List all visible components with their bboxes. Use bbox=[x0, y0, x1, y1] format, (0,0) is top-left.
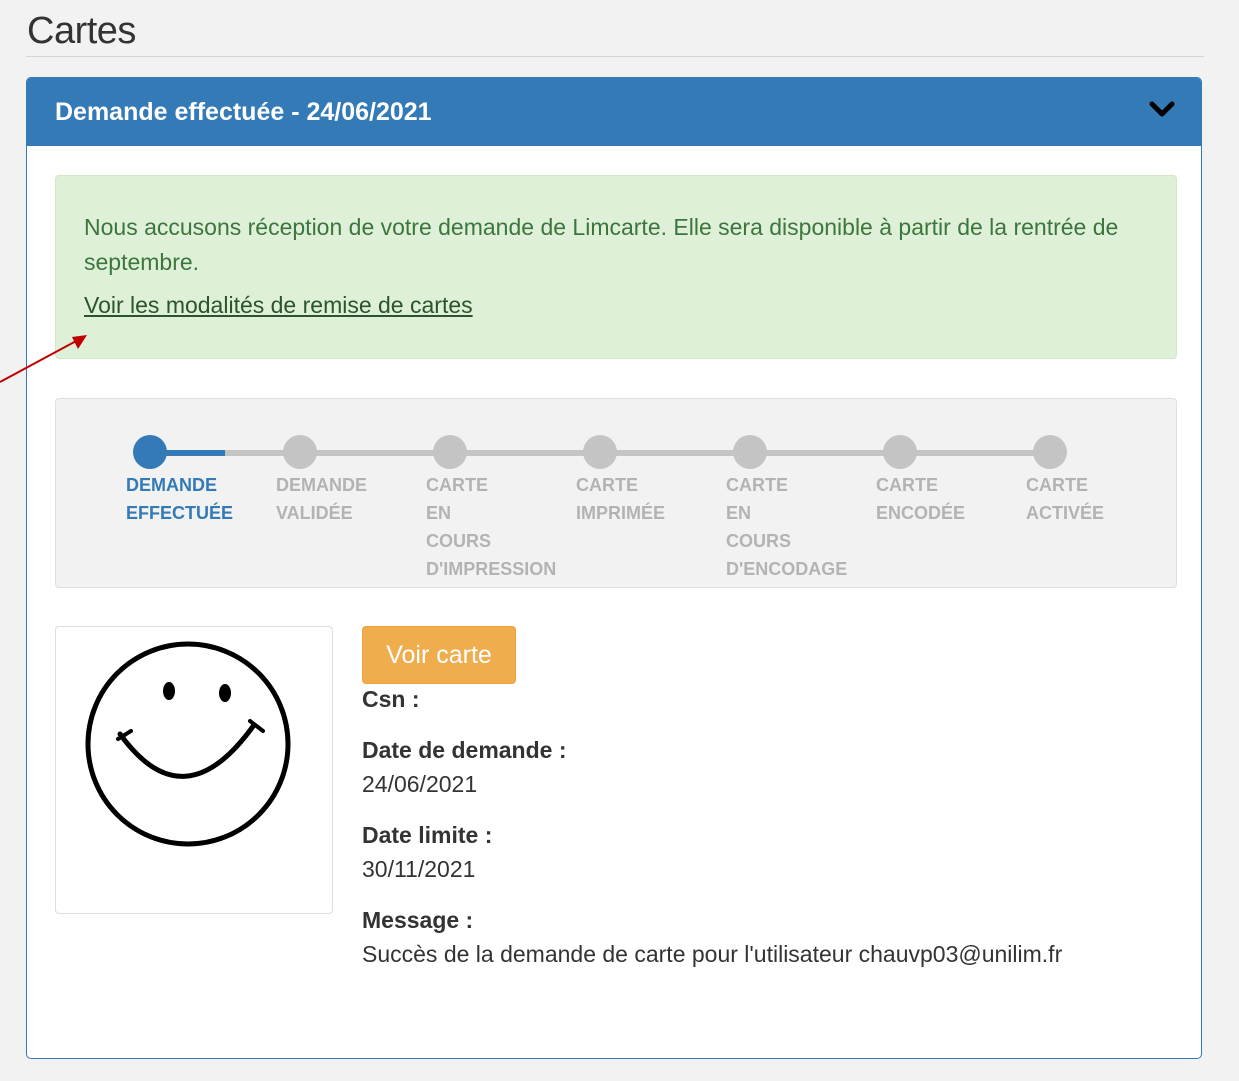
deadline-value: 30/11/2021 bbox=[362, 856, 476, 882]
message-label: Message : bbox=[362, 907, 474, 933]
request-date-label: Date de demande : bbox=[362, 737, 567, 763]
step-connector bbox=[450, 450, 600, 456]
deadline-label: Date limite : bbox=[362, 822, 493, 848]
step-connector bbox=[600, 450, 750, 456]
message-value: Succès de la demande de carte pour l'uti… bbox=[362, 941, 1063, 967]
step-dot bbox=[583, 435, 617, 469]
step-label: CARTE ACTIVÉE bbox=[1026, 475, 1105, 523]
step-label: CARTE EN COURS D'ENCODAGE bbox=[726, 475, 848, 579]
step-dot bbox=[133, 435, 167, 469]
card-details: Csn : Date de demande : 24/06/2021 Date … bbox=[362, 682, 1062, 988]
title-divider bbox=[26, 56, 1204, 57]
step-dot bbox=[283, 435, 317, 469]
step-connector bbox=[300, 450, 450, 456]
step-label: DEMANDE EFFECTUÉE bbox=[126, 475, 234, 523]
page-title: Cartes bbox=[27, 10, 136, 52]
card-delivery-terms-link[interactable]: Voir les modalités de remise de cartes bbox=[84, 288, 473, 323]
step-connector bbox=[900, 450, 1050, 456]
step-label: DEMANDE VALIDÉE bbox=[276, 475, 368, 523]
step-dot bbox=[883, 435, 917, 469]
csn-label: Csn : bbox=[362, 686, 420, 712]
request-date-value: 24/06/2021 bbox=[362, 771, 478, 797]
step-dot bbox=[733, 435, 767, 469]
panel-title: Demande effectuée - 24/06/2021 bbox=[55, 98, 432, 126]
step-label: CARTE IMPRIMÉE bbox=[576, 475, 666, 523]
smiley-face-icon bbox=[85, 641, 291, 847]
view-card-button[interactable]: Voir carte bbox=[362, 626, 516, 684]
step-label: CARTE EN COURS D'IMPRESSION bbox=[426, 475, 557, 579]
success-alert: Nous accusons réception de votre demande… bbox=[55, 175, 1177, 359]
step-dot bbox=[1033, 435, 1067, 469]
panel-heading[interactable]: Demande effectuée - 24/06/2021 bbox=[27, 78, 1201, 146]
alert-message: Nous accusons réception de votre demande… bbox=[84, 214, 1119, 275]
step-dot bbox=[433, 435, 467, 469]
card-photo bbox=[55, 626, 333, 914]
step-label: CARTE ENCODÉE bbox=[876, 475, 966, 523]
step-connector bbox=[750, 450, 900, 456]
card-request-panel: Demande effectuée - 24/06/2021 Nous accu… bbox=[26, 77, 1202, 1059]
chevron-down-icon[interactable] bbox=[1149, 100, 1175, 120]
progress-stepper: DEMANDE EFFECTUÉE DEMANDE VALIDÉE CARTE EN… bbox=[55, 398, 1177, 588]
